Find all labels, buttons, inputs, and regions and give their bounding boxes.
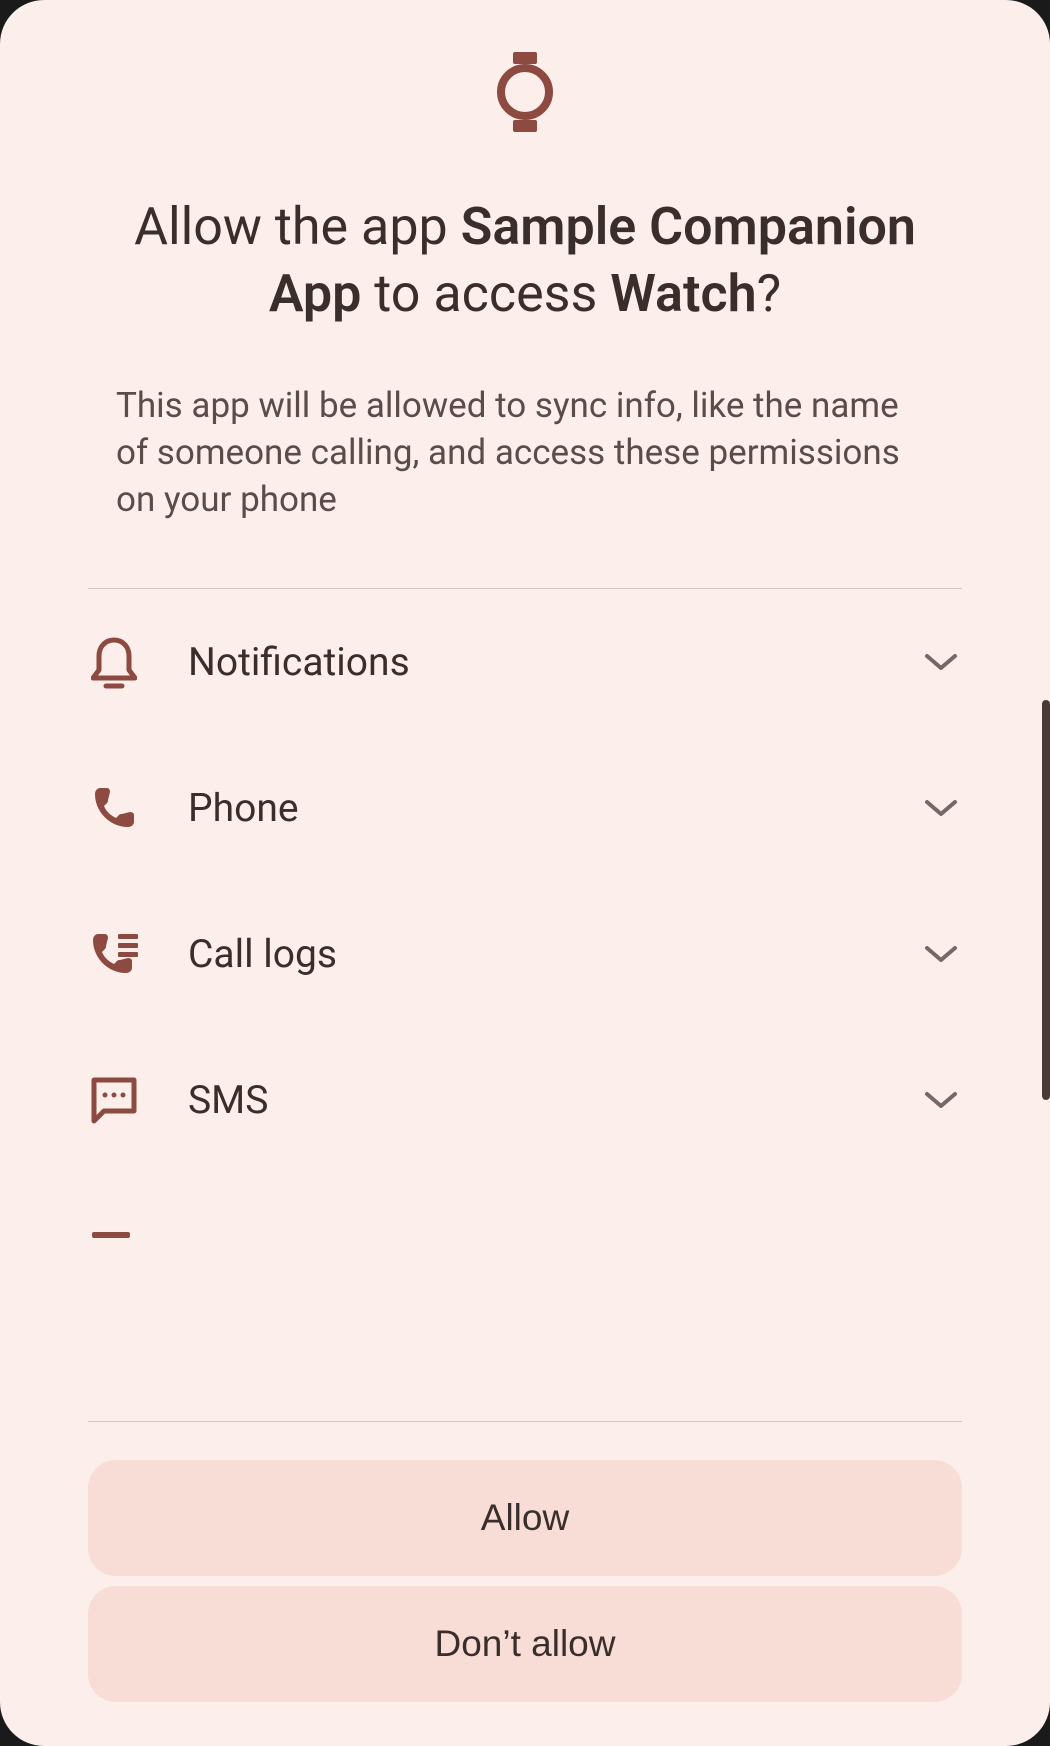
chevron-down-icon bbox=[920, 652, 962, 672]
permission-label: SMS bbox=[188, 1077, 872, 1123]
dialog-title: Allow the app Sample Companion App to ac… bbox=[0, 194, 1050, 327]
chevron-down-icon bbox=[920, 798, 962, 818]
permission-dialog: Allow the app Sample Companion App to ac… bbox=[0, 0, 1050, 1746]
chevron-down-icon bbox=[920, 944, 962, 964]
title-prefix: Allow the app bbox=[134, 196, 461, 257]
permission-label: Call logs bbox=[188, 931, 872, 977]
button-area: Allow Don’t allow bbox=[0, 1422, 1050, 1746]
permission-label: Phone bbox=[188, 785, 872, 831]
allow-button[interactable]: Allow bbox=[88, 1460, 962, 1576]
permission-row-call-logs[interactable]: Call logs bbox=[88, 881, 962, 1027]
deny-button[interactable]: Don’t allow bbox=[88, 1586, 962, 1702]
sms-icon bbox=[88, 1075, 140, 1125]
permission-label: Notifications bbox=[188, 639, 872, 685]
notification-icon bbox=[88, 634, 140, 690]
permission-list[interactable]: Notifications Phone bbox=[0, 589, 1050, 1421]
permission-row-notifications[interactable]: Notifications bbox=[88, 589, 962, 735]
call-logs-icon bbox=[88, 930, 140, 978]
permission-row-sms[interactable]: SMS bbox=[88, 1027, 962, 1173]
contacts-icon bbox=[88, 1227, 134, 1246]
permission-row-phone[interactable]: Phone bbox=[88, 735, 962, 881]
dialog-description: This app will be allowed to sync info, l… bbox=[0, 327, 1050, 524]
dialog-icon-area bbox=[0, 0, 1050, 166]
title-target: Watch bbox=[610, 263, 756, 324]
permission-row-partial[interactable] bbox=[88, 1227, 962, 1251]
scrollbar[interactable] bbox=[1042, 700, 1050, 1100]
title-middle: to access bbox=[361, 263, 610, 324]
phone-icon bbox=[88, 784, 140, 832]
chevron-down-icon bbox=[920, 1090, 962, 1110]
watch-icon bbox=[495, 52, 555, 136]
title-suffix: ? bbox=[757, 263, 782, 324]
